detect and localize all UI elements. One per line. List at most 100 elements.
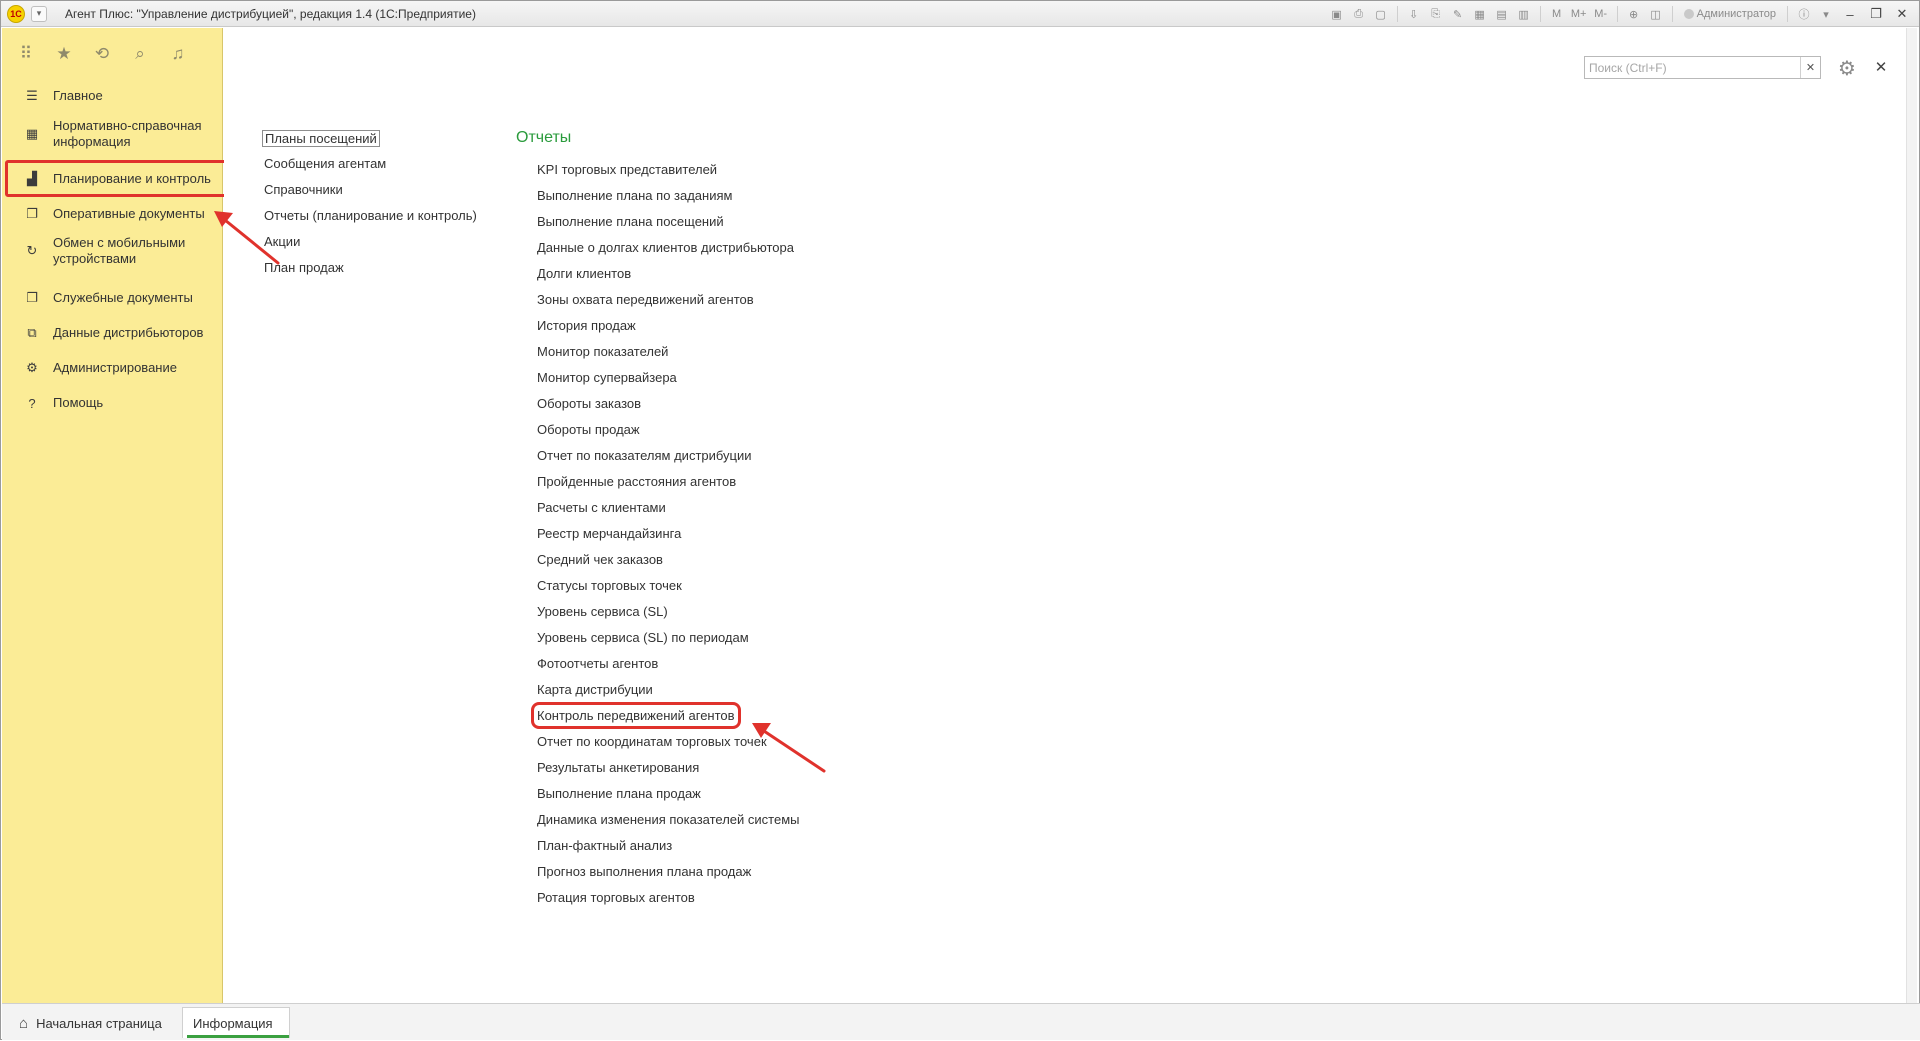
report-link[interactable]: Уровень сервиса (SL) по периодам: [537, 630, 749, 645]
open-windows-bar: ⌂ Начальная страница Информация: [2, 1003, 1920, 1040]
report-link[interactable]: История продаж: [537, 318, 636, 333]
separator: [1616, 6, 1618, 22]
separator: [1396, 6, 1398, 22]
chevron-down-icon[interactable]: ▾: [1817, 5, 1835, 23]
report-link[interactable]: Выполнение плана продаж: [537, 786, 701, 801]
print-icon[interactable]: ⎙: [1350, 5, 1368, 23]
history-icon[interactable]: ⟲: [92, 44, 112, 64]
menu-dropdown-icon[interactable]: ▾: [31, 5, 47, 22]
report-link[interactable]: Динамика изменения показателей системы: [537, 812, 800, 827]
report-link[interactable]: Обороты заказов: [537, 396, 641, 411]
sidebar-toolbar: ⠿ ★ ⟲ ⌕ ♫: [2, 28, 222, 80]
gear-icon[interactable]: ⚙: [1834, 56, 1860, 80]
link-icon[interactable]: ⎘: [1427, 5, 1445, 23]
scrollbar[interactable]: [1906, 28, 1917, 1003]
report-link[interactable]: Отчет по координатам торговых точек: [537, 734, 767, 749]
report-link[interactable]: Отчет по показателям дистрибуции: [537, 448, 752, 463]
report-link[interactable]: Фотоотчеты агентов: [537, 656, 658, 671]
report-link[interactable]: Реестр мерчандайзинга: [537, 526, 681, 541]
sidebar-item-label: Оперативные документы: [53, 206, 205, 221]
report-link[interactable]: Карта дистрибуции: [537, 682, 653, 697]
app-window: 1С ▾ Агент Плюс: "Управление дистрибуцие…: [0, 0, 1920, 1040]
restore-button[interactable]: ❐: [1865, 5, 1887, 23]
report-link[interactable]: Данные о долгах клиентов дистрибьютора: [537, 240, 794, 255]
window-title: Агент Плюс: "Управление дистрибуцией", р…: [65, 6, 476, 21]
info-tab-label: Информация: [193, 1016, 273, 1031]
preview-icon[interactable]: ▢: [1372, 5, 1390, 23]
close-window-button[interactable]: ✕: [1891, 5, 1913, 23]
report-link[interactable]: Уровень сервиса (SL): [537, 604, 668, 619]
report-link[interactable]: Результаты анкетирования: [537, 760, 699, 775]
chart-icon: ▟: [27, 170, 37, 186]
report-link[interactable]: Выполнение плана посещений: [537, 214, 724, 229]
minimize-button[interactable]: –: [1839, 5, 1861, 23]
report-link[interactable]: Средний чек заказов: [537, 552, 663, 567]
info-icon[interactable]: ⓘ: [1795, 5, 1813, 23]
panels-icon[interactable]: ◫: [1647, 5, 1665, 23]
sections-panel: ⠿ ★ ⟲ ⌕ ♫ ☰ Главное ▦ Нормативно-справоч…: [2, 28, 228, 1003]
report-link[interactable]: Долги клиентов: [537, 266, 631, 281]
distributor-icon: ⧉: [27, 325, 37, 340]
report-link[interactable]: KPI торговых представителей: [537, 162, 717, 177]
attach-icon[interactable]: ⇩: [1405, 5, 1423, 23]
report-link[interactable]: Статусы торговых точек: [537, 578, 682, 593]
menu-lines-icon: ☰: [26, 88, 38, 103]
sidebar-item-service-docs[interactable]: ❐ Служебные документы: [2, 284, 223, 312]
separator: [1539, 6, 1541, 22]
sidebar-item-label: Данные дистрибьюторов: [53, 325, 204, 340]
close-icon[interactable]: ✕: [1872, 58, 1890, 76]
star-icon[interactable]: ★: [54, 44, 74, 64]
edit-icon[interactable]: ✎: [1449, 5, 1467, 23]
app-logo-icon[interactable]: 1С: [7, 4, 25, 23]
gear-icon: ⚙: [26, 360, 38, 375]
report-link[interactable]: Монитор показателей: [537, 344, 668, 359]
search-input[interactable]: [1585, 57, 1785, 78]
sidebar-item-mobile-exchange[interactable]: ↻ Обмен с мобильными устройствами: [2, 231, 223, 271]
link-sales-plan[interactable]: План продаж: [264, 260, 344, 275]
clear-search-icon[interactable]: ✕: [1800, 57, 1820, 78]
memory-button[interactable]: M: [1548, 5, 1566, 23]
report-link[interactable]: Расчеты с клиентами: [537, 500, 666, 515]
separator: [1671, 6, 1673, 22]
report-link[interactable]: Монитор супервайзера: [537, 370, 677, 385]
user-name: Администратор: [1696, 8, 1776, 20]
report-link[interactable]: Ротация торговых агентов: [537, 890, 695, 905]
sidebar-item-distributor-data[interactable]: ⧉ Данные дистрибьюторов: [2, 319, 223, 347]
report-link[interactable]: Выполнение плана по заданиям: [537, 188, 732, 203]
memory-subtract-button[interactable]: M-: [1592, 5, 1610, 23]
report-link[interactable]: План-фактный анализ: [537, 838, 672, 853]
sidebar-item-operational-docs[interactable]: ❐ Оперативные документы: [2, 200, 223, 228]
sidebar-item-label: Обмен с мобильными устройствами: [53, 235, 186, 266]
sidebar-item-administration[interactable]: ⚙ Администрирование: [2, 354, 223, 382]
link-references[interactable]: Справочники: [264, 182, 343, 197]
info-tab[interactable]: Информация: [182, 1007, 290, 1038]
home-page-tab[interactable]: ⌂ Начальная страница: [9, 1009, 181, 1037]
help-icon: ?: [28, 395, 36, 411]
user-menu[interactable]: Администратор: [1683, 8, 1776, 20]
link-promotions[interactable]: Акции: [264, 234, 300, 249]
apps-grid-icon[interactable]: ⠿: [16, 44, 36, 64]
calculator-icon[interactable]: ▥: [1515, 5, 1533, 23]
bell-icon[interactable]: ♫: [168, 44, 188, 64]
grid-icon: ▦: [25, 126, 39, 141]
sidebar-item-planning[interactable]: ▟ Планирование и контроль: [5, 160, 228, 197]
search-field[interactable]: ✕: [1584, 56, 1821, 79]
report-link[interactable]: Пройденные расстояния агентов: [537, 474, 736, 489]
table-icon[interactable]: ▦: [1471, 5, 1489, 23]
link-visit-plans[interactable]: Планы посещений: [262, 130, 380, 147]
sidebar-item-reference-info[interactable]: ▦ Нормативно-справочная информация: [2, 114, 223, 154]
sidebar-item-label: Администрирование: [53, 360, 177, 375]
save-icon[interactable]: ▣: [1328, 5, 1346, 23]
sidebar-item-main[interactable]: ☰ Главное: [2, 82, 223, 110]
link-reports-planning[interactable]: Отчеты (планирование и контроль): [264, 208, 477, 223]
report-link[interactable]: Прогноз выполнения плана продаж: [537, 864, 751, 879]
search-icon[interactable]: ⌕: [130, 44, 150, 64]
report-link[interactable]: Контроль передвижений агентов: [531, 702, 741, 729]
sidebar-item-help[interactable]: ? Помощь: [2, 389, 223, 417]
calendar-icon[interactable]: ▤: [1493, 5, 1511, 23]
zoom-icon[interactable]: ⊕: [1625, 5, 1643, 23]
link-agent-messages[interactable]: Сообщения агентам: [264, 156, 386, 171]
report-link[interactable]: Обороты продаж: [537, 422, 640, 437]
memory-add-button[interactable]: M+: [1570, 5, 1588, 23]
report-link[interactable]: Зоны охвата передвижений агентов: [537, 292, 754, 307]
